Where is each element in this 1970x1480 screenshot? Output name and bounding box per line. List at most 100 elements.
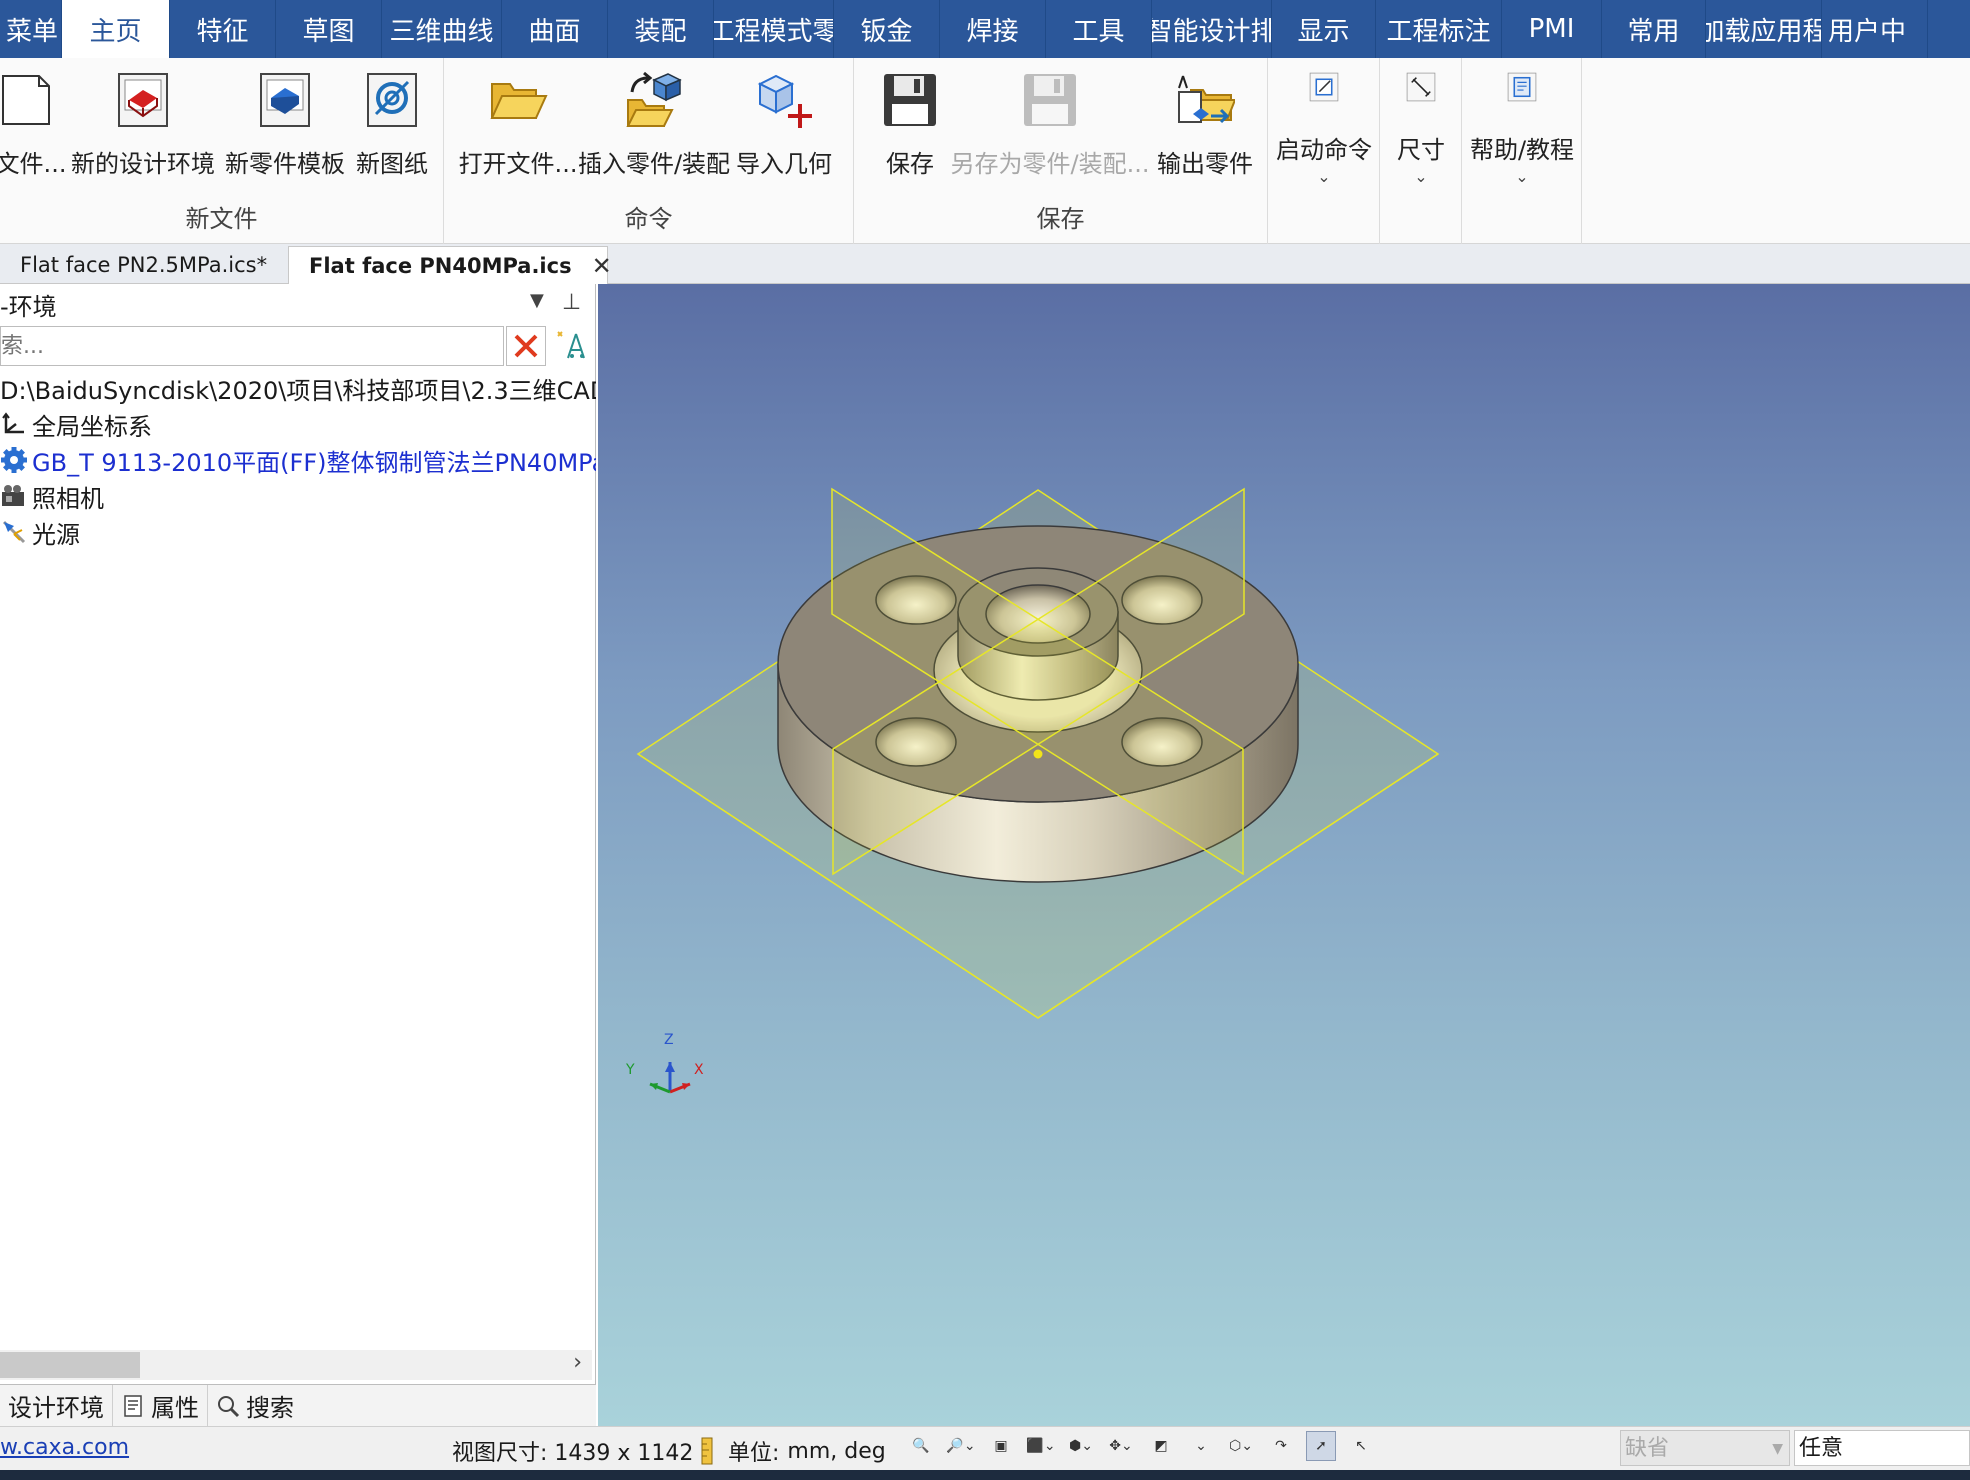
ribbon-tab-bar: 菜单 主页 特征 草图 三维曲线 曲面 装配 工程模式零 钣金 焊接 工具 智能…: [0, 0, 1970, 58]
new-part-template-button[interactable]: 新零件模板: [222, 66, 348, 186]
tree-item-global-coordinate[interactable]: 全局坐标系: [0, 406, 596, 442]
standard-view-icon[interactable]: ⬡⌄: [1226, 1431, 1256, 1461]
help-book-icon: [1507, 72, 1537, 102]
panel-horizontal-scrollbar[interactable]: ›: [0, 1350, 592, 1380]
tab-user-center[interactable]: 用户中: [1822, 0, 1928, 58]
group-command: 打开文件... 插入零件/装配 导入几何 命令: [444, 58, 854, 244]
group-new-file: 文件... 新的设计环境 新零件模板 新图纸 新文件: [0, 58, 444, 244]
view-toolbar: 🔍 🔎⌄ ▣ ⬛⌄ ⬢⌄ ✥⌄ ◩ ⌄ ⬡⌄ ↷ ➚ ↖: [906, 1431, 1376, 1461]
camera-icon: [2, 485, 24, 506]
tab-engineering-mode[interactable]: 工程模式零: [714, 0, 834, 58]
pin-icon[interactable]: ⊥: [562, 290, 581, 315]
panel-title: -环境: [0, 292, 57, 321]
tab-surface[interactable]: 曲面: [502, 0, 608, 58]
selection-filter-combo[interactable]: 缺省 ▼: [1620, 1430, 1790, 1466]
tree-filter-button[interactable]: [552, 326, 592, 366]
axis-label-y: Y: [625, 1062, 635, 1078]
selection-mode-field[interactable]: 任意: [1794, 1430, 1970, 1466]
insert-part-assembly-button[interactable]: 插入零件/装配: [578, 66, 730, 186]
tree-search-input[interactable]: [0, 326, 504, 366]
axis-label-z: Z: [664, 1032, 674, 1048]
save-as-part-button[interactable]: 另存为零件/装配...: [950, 66, 1150, 186]
tab-3d-curve[interactable]: 三维曲线: [382, 0, 502, 58]
panel-bottom-tabs: 设计环境 属性 搜索: [0, 1384, 596, 1427]
ribbon-panel: 文件... 新的设计环境 新零件模板 新图纸 新文件 打开文件... 插入零件/…: [0, 58, 1970, 244]
tab-common[interactable]: 常用: [1602, 0, 1706, 58]
tab-welding[interactable]: 焊接: [940, 0, 1046, 58]
display-cube-icon[interactable]: ⬢⌄: [1066, 1431, 1096, 1461]
properties-icon: [124, 1394, 142, 1417]
save-button[interactable]: 保存: [874, 66, 946, 186]
section-icon[interactable]: ◩: [1146, 1431, 1176, 1461]
tab-search[interactable]: 搜索: [208, 1385, 302, 1427]
export-part-icon: [1178, 75, 1235, 124]
redo-icon[interactable]: ↷: [1266, 1431, 1296, 1461]
zoom-fit-icon[interactable]: 🔍: [906, 1431, 936, 1461]
caxa-website-link[interactable]: w.caxa.com: [0, 1435, 129, 1460]
tab-smart-design[interactable]: 智能设计排: [1152, 0, 1272, 58]
folder-open-icon: [490, 83, 548, 119]
scroll-right-icon[interactable]: ›: [573, 1350, 582, 1375]
launch-command-button[interactable]: 启动命令 ⌄: [1274, 66, 1374, 186]
view-orientation-icon[interactable]: ▣: [986, 1431, 1016, 1461]
select-arrow-icon[interactable]: ➚: [1306, 1431, 1336, 1461]
group-label-new-file: 新文件: [185, 205, 258, 233]
tree-item-camera[interactable]: 照相机: [0, 478, 596, 514]
close-icon[interactable]: ✕: [592, 252, 612, 280]
tab-addins[interactable]: 加载应用程: [1706, 0, 1822, 58]
new-file-button[interactable]: 文件...: [0, 66, 66, 186]
tree-item-flange-part[interactable]: GB_T 9113-2010平面(FF)整体钢制管法兰PN40MPa: [0, 442, 596, 478]
status-bar: w.caxa.com 视图尺寸: 1439 x 1142 单位: mm, deg…: [0, 1426, 1970, 1470]
panel-search-row: [0, 324, 596, 368]
select-filter-icon[interactable]: ↖: [1346, 1431, 1376, 1461]
tree-item-light[interactable]: 光源: [0, 514, 596, 550]
tab-sheet-metal[interactable]: 钣金: [834, 0, 940, 58]
group-launch-command: 启动命令 ⌄: [1268, 58, 1380, 244]
tab-sketch[interactable]: 草图: [276, 0, 382, 58]
tab-annotation[interactable]: 工程标注: [1376, 0, 1502, 58]
import-geometry-icon: [757, 74, 812, 128]
taskbar-edge: [0, 1470, 1970, 1480]
caxa-3d-window: { "ribbon": { "tabs": [ {"label": "菜单", …: [0, 0, 1970, 1480]
insert-part-icon: [626, 71, 682, 127]
tab-display[interactable]: 显示: [1272, 0, 1376, 58]
help-tutorial-button[interactable]: 帮助/教程 ⌄: [1468, 66, 1576, 186]
scrollbar-thumb[interactable]: [0, 1352, 140, 1378]
3d-viewport[interactable]: Z X Y: [598, 284, 1970, 1426]
search-icon: [218, 1395, 240, 1417]
visibility-icon[interactable]: ⌄: [1186, 1431, 1216, 1461]
tab-pmi[interactable]: PMI: [1502, 0, 1602, 58]
launch-command-icon: [1309, 72, 1339, 102]
axis-label-x: X: [694, 1062, 704, 1078]
render-mode-icon[interactable]: ⬛⌄: [1026, 1431, 1056, 1461]
group-label-save: 保存: [1036, 205, 1085, 233]
import-geometry-button[interactable]: 导入几何: [734, 66, 834, 186]
panel-dropdown-icon[interactable]: ▼: [530, 290, 544, 315]
document-tab-bar: Flat face PN2.5MPa.ics* Flat face PN40MP…: [0, 244, 1970, 284]
tab-assembly[interactable]: 装配: [608, 0, 714, 58]
tab-design-environment[interactable]: 设计环境: [0, 1384, 113, 1427]
clear-search-button[interactable]: [506, 326, 546, 366]
unit-indicator[interactable]: 单位: mm, deg: [698, 1435, 886, 1467]
new-drawing-button[interactable]: 新图纸: [350, 66, 434, 186]
tab-menu[interactable]: 菜单: [0, 0, 62, 58]
doc-tab-pn40[interactable]: Flat face PN40MPa.ics ✕: [288, 246, 612, 284]
tab-properties[interactable]: 属性: [113, 1384, 208, 1427]
view-size-readout: 视图尺寸: 1439 x 1142: [452, 1441, 694, 1466]
axis-triad: Z X Y: [625, 1032, 704, 1094]
dimension-button[interactable]: 尺寸 ⌄: [1386, 66, 1456, 186]
tree-item-file-path[interactable]: D:\BaiduSyncdisk\2020\项目\科技部项目\2.3三维CAD: [0, 370, 596, 406]
tab-tools[interactable]: 工具: [1046, 0, 1152, 58]
new-design-env-button[interactable]: 新的设计环境: [68, 66, 218, 186]
ruler-icon: [701, 1437, 713, 1465]
doc-tab-pn2-5[interactable]: Flat face PN2.5MPa.ics*: [0, 246, 286, 284]
dimension-icon: [1406, 72, 1436, 102]
zoom-icon[interactable]: 🔎⌄: [946, 1431, 976, 1461]
tab-features[interactable]: 特征: [170, 0, 276, 58]
light-icon: [2, 520, 26, 544]
tab-home[interactable]: 主页: [62, 0, 170, 58]
origin-point[interactable]: [1033, 749, 1043, 759]
pan-icon[interactable]: ✥⌄: [1106, 1431, 1136, 1461]
open-file-button[interactable]: 打开文件...: [459, 66, 577, 186]
export-part-button[interactable]: 输出零件: [1152, 66, 1258, 186]
